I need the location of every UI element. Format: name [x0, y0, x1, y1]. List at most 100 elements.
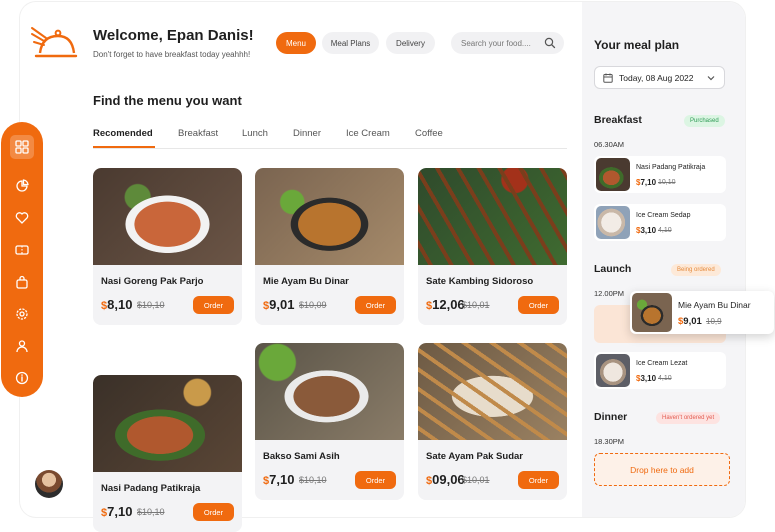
lunch-heading: Launch: [594, 263, 632, 275]
food-price: $7,10: [101, 504, 132, 519]
plan-item-price-value: 3,10: [640, 374, 657, 383]
food-old-price: $10,01: [462, 300, 490, 310]
welcome-title: Welcome, Epan Danis!: [93, 27, 254, 44]
food-old-price: $10,01: [462, 475, 490, 485]
food-name: Sate Kambing Sidoroso: [426, 276, 534, 287]
settings-icon[interactable]: [13, 305, 31, 323]
status-badge: Purchased: [684, 115, 725, 127]
plan-item-name: Mie Ayam Bu Dinar: [678, 300, 751, 310]
search-icon: [544, 37, 556, 49]
selected-date: Today, 08 Aug 2022: [619, 72, 694, 83]
plan-item-old-price: 10,9: [706, 317, 722, 326]
food-photo: [255, 343, 404, 440]
plan-item-price: $7,10: [636, 178, 656, 187]
plan-item-price: $3,10: [636, 374, 656, 383]
date-selector[interactable]: Today, 08 Aug 2022: [594, 66, 725, 89]
sidebar: [1, 122, 43, 397]
dragged-plan-item[interactable]: Mie Ayam Bu Dinar $9,01 10,9: [630, 291, 774, 334]
drop-zone[interactable]: Drop here to add: [594, 453, 730, 486]
section-title: Find the menu you want: [93, 93, 242, 108]
plan-item-name: Ice Cream Lezat: [636, 360, 688, 367]
plan-item-name: Ice Cream Sedap: [636, 212, 691, 219]
pie-chart-icon[interactable]: [13, 177, 31, 195]
calendar-icon: [603, 73, 613, 83]
food-price-value: 7,10: [269, 472, 295, 487]
search-placeholder: Search your food....: [461, 38, 531, 48]
order-button[interactable]: Order: [518, 471, 559, 489]
meal-time: 12.00PM: [594, 289, 625, 298]
food-photo: [418, 343, 567, 440]
nav-menu-button[interactable]: Menu: [276, 32, 316, 54]
status-badge: Being ordered: [671, 264, 721, 276]
cloche-logo-icon: [31, 27, 78, 58]
food-card[interactable]: Bakso Sami Asih $7,10 $10,10 Order: [255, 343, 404, 500]
plan-item-old-price: 10,10: [658, 179, 676, 186]
tab-dinner[interactable]: Dinner: [293, 128, 321, 139]
plan-item-thumbnail: [632, 293, 672, 332]
heart-icon[interactable]: [13, 209, 31, 227]
grid-icon[interactable]: [10, 135, 34, 159]
order-button[interactable]: Order: [193, 503, 234, 521]
plan-item-name: Nasi Padang Patikraja: [636, 164, 706, 171]
info-icon[interactable]: [13, 369, 31, 387]
food-name: Bakso Sami Asih: [263, 451, 340, 462]
food-card[interactable]: Nasi Goreng Pak Parjo $8,10 $10,10 Order: [93, 168, 242, 325]
plan-item-thumbnail: [596, 206, 630, 239]
dinner-heading: Dinner: [594, 411, 628, 423]
food-photo: [93, 168, 242, 265]
welcome-subtitle: Don't forget to have breakfast today yea…: [93, 50, 251, 59]
food-photo: [418, 168, 567, 265]
search-input[interactable]: Search your food....: [451, 32, 564, 54]
tab-lunch[interactable]: Lunch: [242, 128, 268, 139]
plan-item-price: $9,01: [678, 316, 702, 327]
plan-item[interactable]: Ice Cream Sedap $3,10 4,10: [594, 204, 726, 241]
plan-item[interactable]: Ice Cream Lezat $3,10 4,10: [594, 352, 726, 389]
food-photo: [255, 168, 404, 265]
avatar[interactable]: [35, 470, 63, 498]
food-price: $9,01: [263, 297, 294, 312]
plan-item-thumbnail: [596, 354, 630, 387]
food-name: Mie Ayam Bu Dinar: [263, 276, 349, 287]
plan-item-price: $3,10: [636, 226, 656, 235]
order-button[interactable]: Order: [355, 296, 396, 314]
tab-ice-cream[interactable]: Ice Cream: [346, 128, 390, 139]
meal-time: 06.30AM: [594, 140, 625, 149]
meal-time: 18.30PM: [594, 437, 625, 446]
food-price-value: 7,10: [107, 504, 133, 519]
food-price-value: 09,06: [432, 472, 465, 487]
plan-item-price-value: 3,10: [640, 226, 657, 235]
nav-meal-plans-button[interactable]: Meal Plans: [322, 32, 379, 54]
order-button[interactable]: Order: [518, 296, 559, 314]
food-photo: [93, 375, 242, 472]
food-name: Nasi Padang Patikraja: [101, 483, 201, 494]
food-old-price: $10,10: [137, 507, 165, 517]
order-button[interactable]: Order: [193, 296, 234, 314]
breakfast-heading: Breakfast: [594, 114, 642, 126]
food-card[interactable]: Sate Ayam Pak Sudar $09,06 $10,01 Order: [418, 343, 567, 500]
tab-coffee[interactable]: Coffee: [415, 128, 443, 139]
user-icon[interactable]: [13, 337, 31, 355]
chevron-down-icon: [707, 76, 715, 81]
food-price: $12,06: [426, 297, 465, 312]
bag-icon[interactable]: [13, 273, 31, 291]
food-old-price: $10,10: [137, 300, 165, 310]
food-card[interactable]: Nasi Padang Patikraja $7,10 $10,10 Order: [93, 375, 242, 532]
food-price: $8,10: [101, 297, 132, 312]
category-tabs: Recomended Breakfast Lunch Dinner Ice Cr…: [93, 128, 567, 149]
food-old-price: $10,10: [299, 475, 327, 485]
food-price-value: 9,01: [269, 297, 295, 312]
plan-item-old-price: 4,10: [658, 227, 672, 234]
order-button[interactable]: Order: [355, 471, 396, 489]
nav-delivery-button[interactable]: Delivery: [386, 32, 435, 54]
food-card[interactable]: Mie Ayam Bu Dinar $9,01 $10,09 Order: [255, 168, 404, 325]
food-price: $09,06: [426, 472, 465, 487]
plan-item[interactable]: Nasi Padang Patikraja $7,10 10,10: [594, 156, 726, 193]
tab-recomended[interactable]: Recomended: [93, 128, 153, 139]
food-card[interactable]: Sate Kambing Sidoroso $12,06 $10,01 Orde…: [418, 168, 567, 325]
food-price-value: 8,10: [107, 297, 133, 312]
meal-plan-title: Your meal plan: [594, 38, 680, 52]
active-tab-indicator: [93, 146, 155, 148]
food-price: $7,10: [263, 472, 294, 487]
ticket-icon[interactable]: [13, 241, 31, 259]
tab-breakfast[interactable]: Breakfast: [178, 128, 218, 139]
